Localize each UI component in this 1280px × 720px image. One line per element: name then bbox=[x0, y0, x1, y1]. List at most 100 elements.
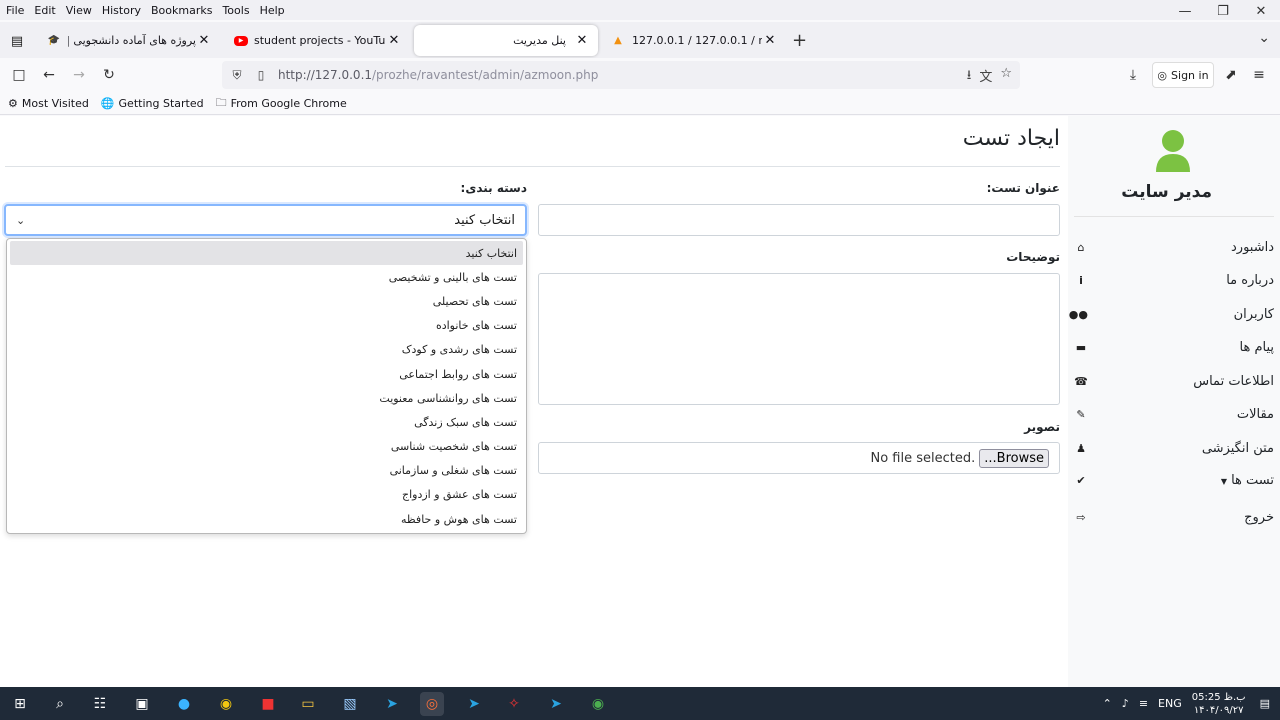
volume-icon[interactable]: ♪ bbox=[1122, 697, 1129, 710]
forward-icon[interactable]: → bbox=[68, 64, 90, 86]
dropdown-option[interactable]: تست های روابط اجتماعی bbox=[10, 362, 523, 386]
admin-sidebar: مدیر سایت داشبورد ⌂ درباره ما i کاربران … bbox=[1068, 116, 1280, 687]
phpmyadmin-icon: ▲ bbox=[614, 35, 622, 46]
graduation-cap-icon: 🎓 bbox=[47, 35, 61, 46]
close-window-icon[interactable]: ✕ bbox=[1242, 0, 1280, 22]
url-text[interactable]: http://127.0.0.1/prozhe/ravantest/admin/… bbox=[278, 68, 598, 82]
windows-start-icon[interactable]: ⊞ bbox=[8, 692, 32, 716]
divider bbox=[1074, 216, 1274, 217]
tab-admin-panel[interactable]: پنل مدیریت ✕ bbox=[414, 25, 598, 56]
new-tab-icon[interactable]: + bbox=[792, 30, 807, 51]
menu-view[interactable]: View bbox=[61, 4, 97, 17]
tab-label: 127.0.0.1 / 127.0.0.1 / ravantest bbox=[632, 34, 762, 47]
chevron-down-icon[interactable]: ⌄ bbox=[1258, 30, 1270, 46]
clock[interactable]: 05:25 ب.ظ ۱۴۰۴/۰۹/۲۷ bbox=[1192, 691, 1246, 717]
sign-in-button[interactable]: ◎ Sign in bbox=[1152, 62, 1214, 88]
notifications-icon[interactable]: ▤ bbox=[1260, 697, 1270, 710]
dropdown-option[interactable]: تست های خانواده bbox=[10, 314, 523, 338]
search-icon[interactable]: ⌕ bbox=[48, 692, 72, 716]
firefox-icon[interactable]: ◎ bbox=[420, 692, 444, 716]
menu-bookmarks[interactable]: Bookmarks bbox=[146, 4, 217, 17]
home-icon: ⌂ bbox=[1077, 240, 1085, 254]
browse-button[interactable]: Browse... bbox=[979, 448, 1049, 468]
url-bar[interactable]: ⛨ ▯ http://127.0.0.1/prozhe/ravantest/ad… bbox=[222, 61, 1020, 89]
menu-tools[interactable]: Tools bbox=[217, 4, 254, 17]
dropdown-option[interactable]: تست های تحصیلی bbox=[10, 289, 523, 313]
telegram-icon[interactable]: ➤ bbox=[462, 692, 486, 716]
language-indicator[interactable]: ENG bbox=[1158, 697, 1182, 710]
downloads-icon[interactable]: ⤓ bbox=[1122, 64, 1144, 86]
close-tab-icon[interactable]: ✕ bbox=[386, 33, 402, 48]
shield-icon[interactable]: ⛨ bbox=[228, 68, 246, 83]
sidebar-item-articles[interactable]: مقالات ✎ bbox=[1074, 403, 1274, 425]
youtube-icon: ▶ bbox=[234, 35, 248, 46]
bookmark-most-visited[interactable]: ⚙ Most Visited bbox=[8, 97, 89, 110]
sidebar-item-users[interactable]: کاربران ●● bbox=[1069, 303, 1274, 325]
edge-icon[interactable]: ● bbox=[172, 692, 196, 716]
tab-phpmyadmin[interactable]: ▲ 127.0.0.1 / 127.0.0.1 / ravantest ✕ bbox=[602, 25, 786, 56]
test-title-input[interactable] bbox=[538, 204, 1060, 236]
bookmark-from-google-chrome[interactable]: 🗀 From Google Chrome bbox=[216, 94, 347, 113]
dropdown-option[interactable]: تست های عشق و ازدواج bbox=[10, 483, 523, 507]
app-icon[interactable]: ■ bbox=[256, 692, 280, 716]
tab-projects[interactable]: 🎓 پروژه های آماده دانشجویی | دانلو ✕ bbox=[38, 25, 220, 56]
sidebar-item-dashboard[interactable]: داشبورد ⌂ bbox=[1074, 236, 1275, 258]
sidebar-item-motivational-text[interactable]: متن انگیزشی ♟ bbox=[1074, 437, 1274, 459]
restore-icon[interactable]: ❐ bbox=[1204, 0, 1242, 22]
menu-file[interactable]: File bbox=[0, 4, 29, 17]
chevron-up-icon[interactable]: ⌃ bbox=[1103, 697, 1112, 710]
dropdown-option[interactable]: تست های شغلی و سازمانی bbox=[10, 459, 523, 483]
category-select[interactable]: انتخاب کنید ⌄ bbox=[4, 204, 527, 236]
chrome-icon[interactable]: ◉ bbox=[586, 692, 610, 716]
sidebar-item-tests[interactable]: تست ها▼ ✔ bbox=[1074, 469, 1274, 491]
site-title: مدیر سایت bbox=[1121, 182, 1212, 202]
menu-help[interactable]: Help bbox=[255, 4, 290, 17]
acrobat-icon[interactable]: ✧ bbox=[502, 692, 526, 716]
translate-icon[interactable]: 文 bbox=[979, 66, 992, 88]
sidebar-item-messages[interactable]: پیام ها ▬ bbox=[1074, 336, 1274, 358]
sidebar-toggle-icon[interactable]: □ bbox=[8, 64, 30, 86]
app-menu-icon[interactable]: ≡ bbox=[1248, 64, 1270, 86]
sidebar-item-contact-info[interactable]: اطلاعات تماس ☎ bbox=[1074, 370, 1274, 392]
dropdown-option[interactable]: تست های رشدی و کودک bbox=[10, 338, 523, 362]
task-view-icon[interactable]: ☷ bbox=[88, 692, 112, 716]
wifi-icon[interactable]: ≡ bbox=[1139, 697, 1148, 710]
description-textarea[interactable] bbox=[538, 273, 1060, 405]
close-tab-icon[interactable]: ✕ bbox=[574, 33, 590, 48]
dropdown-option[interactable]: تست های هوش و حافظه bbox=[10, 507, 523, 531]
store-icon[interactable]: ▣ bbox=[130, 692, 154, 716]
back-icon[interactable]: ← bbox=[38, 64, 60, 86]
window-controls: — ❐ ✕ bbox=[1166, 0, 1280, 22]
tab-list-icon[interactable]: ▤ bbox=[6, 30, 28, 52]
dropdown-option[interactable]: تست های بالینی و تشخیصی bbox=[10, 265, 523, 289]
download-page-icon[interactable]: ⭳ bbox=[967, 66, 972, 88]
dropdown-option[interactable]: تست های شخصیت شناسی bbox=[10, 435, 523, 459]
chrome-icon[interactable]: ◉ bbox=[214, 692, 238, 716]
bookmarks-toolbar: ⚙ Most Visited 🌐 Getting Started 🗀 From Goo… bbox=[0, 92, 1280, 115]
sidebar-item-logout[interactable]: خروج ⇨ bbox=[1074, 506, 1274, 528]
dropdown-option[interactable]: تست های سبک زندگی bbox=[10, 410, 523, 434]
image-file-input[interactable]: Browse... No file selected. bbox=[538, 442, 1060, 474]
user-avatar-icon bbox=[1156, 130, 1190, 172]
bookmark-getting-started[interactable]: 🌐 Getting Started bbox=[101, 97, 204, 110]
dropdown-option[interactable]: تست های روانشناسی معنویت bbox=[10, 386, 523, 410]
file-explorer-icon[interactable]: ▭ bbox=[296, 692, 320, 716]
category-dropdown-list: انتخاب کنید تست های بالینی و تشخیصی تست … bbox=[6, 238, 527, 534]
bookmark-star-icon[interactable]: ☆ bbox=[1000, 66, 1012, 88]
reload-icon[interactable]: ↻ bbox=[98, 64, 120, 86]
tab-youtube[interactable]: ▶ student projects - YouTube ✕ bbox=[226, 25, 410, 56]
dropdown-option[interactable]: انتخاب کنید bbox=[10, 241, 523, 266]
edit-icon: ✎ bbox=[1076, 407, 1086, 421]
menu-history[interactable]: History bbox=[97, 4, 146, 17]
extensions-icon[interactable]: ⬈ bbox=[1220, 64, 1242, 86]
minimize-icon[interactable]: — bbox=[1166, 0, 1204, 22]
menu-edit[interactable]: Edit bbox=[29, 4, 60, 17]
close-tab-icon[interactable]: ✕ bbox=[762, 33, 778, 48]
close-tab-icon[interactable]: ✕ bbox=[196, 33, 212, 48]
gear-icon: ⚙ bbox=[8, 96, 18, 110]
page-icon[interactable]: ▯ bbox=[252, 68, 270, 82]
sidebar-item-about[interactable]: درباره ما i bbox=[1074, 269, 1274, 291]
notepad-icon[interactable]: ▧ bbox=[338, 692, 362, 716]
telegram-icon[interactable]: ➤ bbox=[380, 692, 404, 716]
telegram-icon[interactable]: ➤ bbox=[544, 692, 568, 716]
